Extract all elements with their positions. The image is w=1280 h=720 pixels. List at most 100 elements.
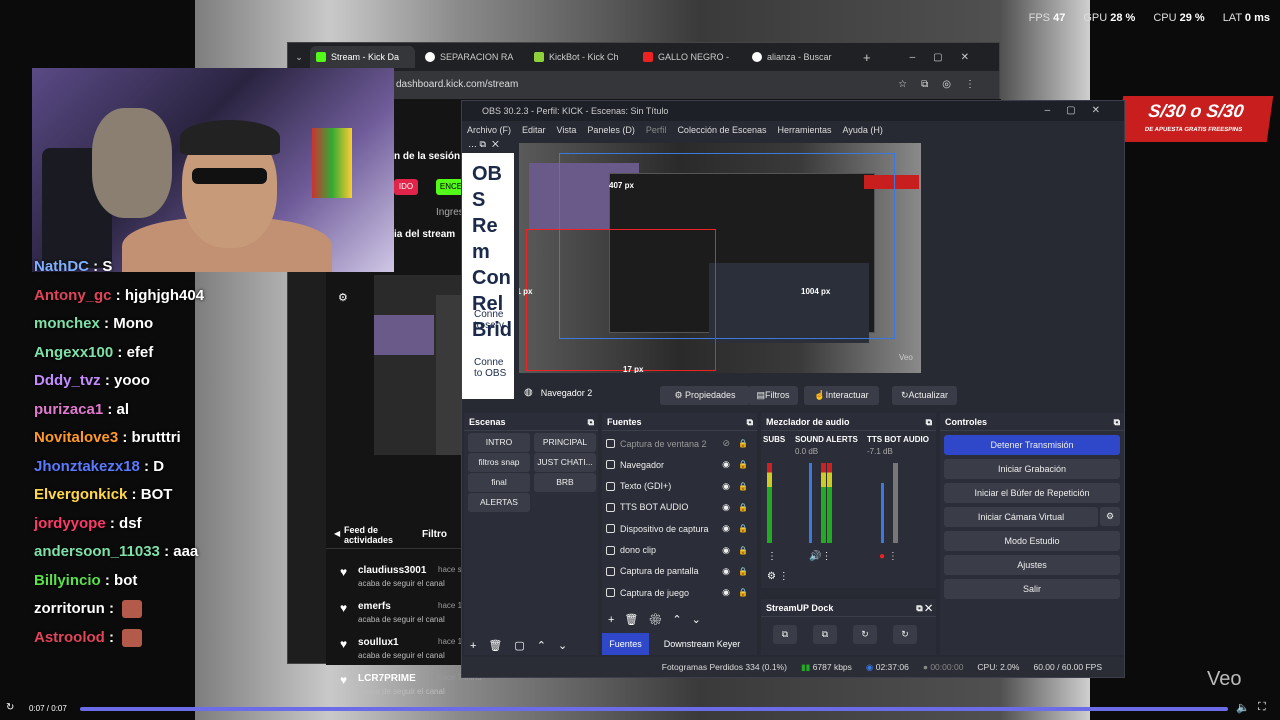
lock-icon[interactable]: 🔒 [738, 503, 748, 512]
filter-button[interactable]: Filtro [422, 529, 447, 540]
scene-item[interactable]: JUST CHATI... [534, 453, 596, 472]
eye-icon[interactable]: ◉ [722, 545, 730, 556]
display-icon [606, 566, 615, 576]
source-item[interactable]: Navegador ◉ 🔒 [606, 454, 752, 475]
properties-button[interactable]: ⚙ Propiedades [660, 386, 750, 405]
eye-icon[interactable]: ◉ [722, 523, 730, 534]
streamup-button[interactable]: ↻ [893, 625, 917, 644]
source-item[interactable]: TTS BOT AUDIO ◉ 🔒 [606, 497, 752, 518]
lock-icon[interactable]: 🔒 [738, 482, 748, 491]
eye-icon[interactable]: ◉ [722, 481, 730, 492]
play-icon[interactable]: ↻ [6, 702, 14, 713]
obs-menu-item[interactable]: Herramientas [778, 121, 832, 139]
lock-icon[interactable]: 🔒 [738, 588, 748, 597]
source-item[interactable]: Captura de juego ◉ 🔒 [606, 582, 752, 603]
chat-message: jordyyope : dsf [34, 515, 224, 544]
hidden-eye-icon[interactable]: ⊘ [722, 438, 730, 449]
source-item[interactable]: Captura de ventana 2 ⊘ 🔒 [606, 433, 752, 454]
obs-menu-item[interactable]: Paneles (D) [587, 121, 635, 139]
scene-item[interactable]: final [468, 473, 530, 492]
end-button[interactable]: IDO [394, 179, 418, 195]
browser-tab-separacion[interactable]: SEPARACION RA [419, 46, 524, 68]
obs-menu-item[interactable]: Archivo (F) [467, 121, 511, 139]
lock-icon[interactable]: 🔒 [738, 439, 748, 448]
undock-icon[interactable]: ⧉ [1114, 413, 1120, 431]
filters-button[interactable]: ▤Filtros [748, 386, 798, 405]
obs-menu-item[interactable]: Vista [557, 121, 577, 139]
chat-text: al [116, 400, 130, 418]
obs-window-controls[interactable]: –▢✕ [1045, 101, 1116, 121]
scene-toolbar[interactable]: +🗑▢⌃⌄ [470, 639, 579, 652]
eye-icon[interactable]: ◉ [722, 459, 730, 470]
obs-menu-item[interactable]: Editar [522, 121, 546, 139]
chat-separator: : [100, 372, 115, 389]
fullscreen-icon[interactable]: ⛶ [1258, 701, 1266, 714]
obs-menu-item[interactable]: Perfil [646, 121, 667, 139]
chat-message: Elvergonkick : BOT [34, 486, 224, 515]
address-bar[interactable]: dashboard.kick.com/stream ☆⧉◎⋮ [288, 71, 999, 99]
obs-menu-item[interactable]: Ayuda (H) [843, 121, 883, 139]
close-icon[interactable]: ⧉ ✕ [916, 599, 932, 617]
browser-tab-kick[interactable]: Stream - Kick Da [310, 46, 415, 68]
source-toolbar-buttons[interactable]: +🗑⚙⌃⌄ [608, 613, 711, 626]
progress-bar[interactable] [80, 707, 1228, 711]
scene-item[interactable]: PRINCIPAL [534, 433, 596, 452]
volume-icon[interactable]: 🔈 [1236, 701, 1250, 714]
settings-icon[interactable]: ⚙ [338, 291, 348, 304]
window-controls[interactable]: –▢✕ [910, 52, 987, 63]
start-replay-buffer-button[interactable]: Iniciar el Búfer de Repetición [944, 483, 1120, 503]
scene-item[interactable]: filtros snap [468, 453, 530, 472]
browser-tab-alianza[interactable]: alianza - Buscar [746, 46, 851, 68]
source-label: Texto (GDI+) [620, 481, 672, 492]
volume-fader[interactable] [809, 463, 812, 543]
volume-fader[interactable] [881, 483, 884, 543]
scene-item[interactable]: BRB [534, 473, 596, 492]
virtual-camera-settings-icon[interactable]: ⚙ [1100, 507, 1120, 526]
lock-icon[interactable]: 🔒 [738, 524, 748, 533]
exit-button[interactable]: Salir [944, 579, 1120, 599]
audio-meter [767, 463, 772, 543]
eye-icon[interactable]: ◉ [722, 587, 730, 598]
streamup-button[interactable]: ⧉ [773, 625, 797, 644]
eye-icon[interactable]: ◉ [722, 502, 730, 513]
mixer-menu-icon[interactable]: ⋮ [767, 551, 777, 562]
lock-icon[interactable]: 🔒 [738, 546, 748, 555]
tab-sources[interactable]: Fuentes [602, 633, 649, 655]
browser-toolbar-icons[interactable]: ☆⧉◎⋮ [898, 71, 989, 99]
source-item[interactable]: Dispositivo de captura ◉ 🔒 [606, 518, 752, 539]
undock-icon[interactable]: ⧉ [926, 413, 932, 431]
streamup-button[interactable]: ↻ [853, 625, 877, 644]
settings-button[interactable]: Ajustes [944, 555, 1120, 575]
eye-icon[interactable]: ◉ [722, 566, 730, 577]
scene-item[interactable]: INTRO [468, 433, 530, 452]
collapse-icon[interactable]: ◀ [334, 529, 340, 538]
google-favicon-icon [425, 52, 435, 62]
browser-tab-youtube[interactable]: GALLO NEGRO - [637, 46, 742, 68]
source-item[interactable]: dono clip ◉ 🔒 [606, 540, 752, 561]
start-virtual-camera-button[interactable]: Iniciar Cámara Virtual [944, 507, 1098, 527]
studio-mode-button[interactable]: Modo Estudio [944, 531, 1120, 551]
refresh-button[interactable]: ↻Actualizar [892, 386, 957, 405]
undock-icon[interactable]: ⧉ [588, 413, 594, 431]
new-tab-icon[interactable]: + [863, 50, 871, 65]
browser-tab-kickbot[interactable]: KickBot - Kick Ch [528, 46, 633, 68]
tab-list-icon[interactable]: ⌄ [288, 52, 310, 63]
mixer-settings-icon[interactable]: ⚙ ⋮ [767, 571, 789, 582]
tab-downstream-keyer[interactable]: Downstream Keyer [657, 633, 747, 655]
lock-icon[interactable]: 🔒 [738, 460, 748, 469]
scene-item[interactable]: ALERTAS [468, 493, 530, 512]
muted-speaker-icon[interactable]: ● ⋮ [879, 551, 898, 562]
source-item[interactable]: Texto (GDI+) ◉ 🔒 [606, 476, 752, 497]
heart-icon: ♥ [340, 637, 348, 651]
stop-streaming-button[interactable]: Detener Transmisión [944, 435, 1120, 455]
undock-icon[interactable]: ⧉ [747, 413, 753, 431]
source-item[interactable]: Captura de pantalla ◉ 🔒 [606, 561, 752, 582]
speaker-icon[interactable]: 🔊⋮ [809, 551, 831, 562]
lock-icon[interactable]: 🔒 [738, 567, 748, 576]
bitrate: 6787 kbps [812, 662, 852, 672]
obs-menu-item[interactable]: Colección de Escenas [677, 121, 766, 139]
start-recording-button[interactable]: Iniciar Grabación [944, 459, 1120, 479]
interact-button[interactable]: ☝Interactuar [804, 386, 879, 405]
streamup-button[interactable]: ⧉ [813, 625, 837, 644]
obs-preview[interactable]: 407 px 41 px 1004 px 17 px Veo [519, 143, 921, 373]
